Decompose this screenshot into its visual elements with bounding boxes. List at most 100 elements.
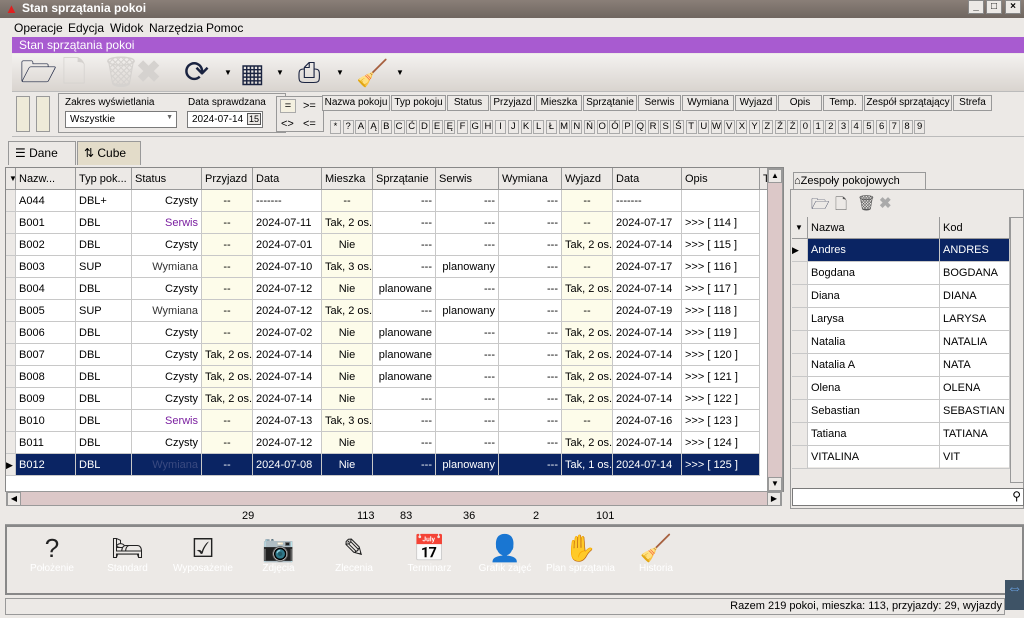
- grid-cell[interactable]: Nie: [322, 454, 373, 476]
- op-lte[interactable]: <=: [303, 118, 316, 130]
- grid-cell[interactable]: >>> [ 121 ]: [682, 366, 760, 388]
- grid-cell[interactable]: DBL: [76, 366, 132, 388]
- minimize-button[interactable]: _: [968, 0, 984, 14]
- refresh-icon[interactable]: ⟳: [184, 56, 209, 90]
- grid-cell[interactable]: Tak, 1 os.: [562, 454, 613, 476]
- row-indicator[interactable]: [6, 278, 16, 300]
- team-cell[interactable]: Natalia A: [808, 354, 940, 377]
- sort-tab-0[interactable]: Nazwa pokoju: [322, 95, 390, 111]
- team-cell[interactable]: BOGDANA: [940, 262, 1010, 285]
- search-icon[interactable]: ⚲: [1012, 489, 1021, 503]
- action-schedule-person[interactable]: 👤 Grafik zajęć: [465, 533, 545, 575]
- column-header-10[interactable]: Data: [613, 168, 682, 190]
- column-header-3[interactable]: Przyjazd: [202, 168, 253, 190]
- grid-cell[interactable]: DBL: [76, 432, 132, 454]
- grid-cell[interactable]: >>> [ 115 ]: [682, 234, 760, 256]
- letter-27[interactable]: Ś: [672, 120, 684, 134]
- grid-cell[interactable]: --: [202, 322, 253, 344]
- tab-teams[interactable]: ⌂Zespoły pokojowych: [793, 172, 926, 189]
- grid-cell[interactable]: DBL: [76, 410, 132, 432]
- row-indicator[interactable]: [6, 322, 16, 344]
- team-cell[interactable]: NATALIA: [940, 331, 1010, 354]
- grid-cell[interactable]: B004: [16, 278, 76, 300]
- team-cell[interactable]: Natalia: [808, 331, 940, 354]
- grid-cell[interactable]: >>> [ 118 ]: [682, 300, 760, 322]
- column-header-5[interactable]: Mieszka: [322, 168, 373, 190]
- grid-cell[interactable]: ---: [436, 190, 499, 212]
- grid-cell[interactable]: >>> [ 122 ]: [682, 388, 760, 410]
- sort-tab-7[interactable]: Wymiana: [682, 95, 734, 111]
- sort-tab-8[interactable]: Wyjazd: [735, 95, 777, 111]
- grid-cell[interactable]: --: [202, 256, 253, 278]
- letter-19[interactable]: N: [571, 120, 583, 134]
- menu-operacje[interactable]: Operacje: [14, 21, 63, 35]
- row-indicator[interactable]: [792, 354, 808, 377]
- letter-28[interactable]: T: [685, 120, 697, 134]
- grid-cell[interactable]: --: [322, 190, 373, 212]
- grid-cell[interactable]: Czysty: [132, 190, 202, 212]
- letter-10[interactable]: F: [457, 120, 468, 134]
- letter-9[interactable]: Ę: [444, 120, 456, 134]
- grid-cell[interactable]: --: [562, 190, 613, 212]
- grid-cell[interactable]: ---: [373, 454, 436, 476]
- grid-cell[interactable]: B007: [16, 344, 76, 366]
- grid-cell[interactable]: --: [562, 410, 613, 432]
- letter-4[interactable]: B: [380, 120, 392, 134]
- grid-cell[interactable]: ---: [499, 344, 562, 366]
- grid-cell[interactable]: Czysty: [132, 366, 202, 388]
- letter-35[interactable]: Ź: [774, 120, 786, 134]
- column-header-1[interactable]: Typ pok...: [76, 168, 132, 190]
- grid-cell[interactable]: Tak, 2 os.: [562, 344, 613, 366]
- row-indicator[interactable]: ▶: [792, 239, 808, 262]
- grid-cell[interactable]: --: [562, 256, 613, 278]
- letter-32[interactable]: X: [736, 120, 748, 134]
- sort-tab-11[interactable]: Zespół sprzątający: [864, 95, 952, 111]
- delete-icon[interactable]: 🗑: [857, 194, 876, 212]
- menu-narzedzia[interactable]: Narzędzia: [149, 21, 203, 35]
- sort-tab-9[interactable]: Opis: [778, 95, 822, 111]
- action-beds[interactable]: 🛏 Standard: [88, 533, 168, 575]
- grid-cell[interactable]: planowane: [373, 322, 436, 344]
- grid-cell[interactable]: --: [202, 432, 253, 454]
- grid-cell[interactable]: --: [202, 454, 253, 476]
- grid-cell[interactable]: Tak, 2 os.: [562, 388, 613, 410]
- team-cell[interactable]: ANDRES: [940, 239, 1010, 262]
- grid-cell[interactable]: ---: [499, 432, 562, 454]
- grid-cell[interactable]: Tak, 2 os.: [202, 366, 253, 388]
- letter-44[interactable]: 7: [888, 120, 900, 134]
- team-cell[interactable]: Sebastian: [808, 400, 940, 423]
- grid-cell[interactable]: [682, 190, 760, 212]
- grid-cell[interactable]: 2024-07-14: [613, 322, 682, 344]
- action-calendar[interactable]: 📅 Terminarz: [390, 533, 470, 575]
- action-document-broom[interactable]: 🧹 Historia: [616, 533, 696, 575]
- scroll-down-icon[interactable]: ▼: [768, 477, 782, 491]
- grid-cell[interactable]: ---: [499, 190, 562, 212]
- grid-cell[interactable]: Nie: [322, 366, 373, 388]
- op-neq[interactable]: <>: [281, 118, 294, 130]
- grid-cell[interactable]: A044: [16, 190, 76, 212]
- grid-cell[interactable]: ---: [499, 454, 562, 476]
- grid-cell[interactable]: DBL: [76, 388, 132, 410]
- broom-icon[interactable]: 🧹: [356, 56, 388, 90]
- range-select[interactable]: Wszystkie ▼: [65, 111, 177, 128]
- action-bed-pencil[interactable]: ✎ Zlecenia: [314, 533, 394, 575]
- row-indicator[interactable]: [792, 331, 808, 354]
- team-cell[interactable]: TATIANA: [940, 423, 1010, 446]
- grid-cell[interactable]: ---: [499, 366, 562, 388]
- panel-toggle-1[interactable]: [16, 96, 30, 132]
- tab-dane[interactable]: ☰ Dane: [8, 141, 76, 165]
- grid-cell[interactable]: Nie: [322, 322, 373, 344]
- grid-cell[interactable]: 2024-07-13: [253, 410, 322, 432]
- grid-cell[interactable]: B012: [16, 454, 76, 476]
- grid-cell[interactable]: B005: [16, 300, 76, 322]
- letter-17[interactable]: Ł: [545, 120, 557, 134]
- grid-cell[interactable]: --: [562, 300, 613, 322]
- grid-cell[interactable]: 2024-07-14: [613, 278, 682, 300]
- grid-cell[interactable]: 2024-07-14: [613, 432, 682, 454]
- row-indicator[interactable]: [6, 300, 16, 322]
- grid-cell[interactable]: B002: [16, 234, 76, 256]
- team-column-header-1[interactable]: Kod: [940, 217, 1010, 239]
- column-header-6[interactable]: Sprzątanie: [373, 168, 436, 190]
- action-checklist-bed[interactable]: ☑ Wyposażenie: [163, 533, 243, 575]
- sort-tab-1[interactable]: Typ pokoju: [391, 95, 446, 111]
